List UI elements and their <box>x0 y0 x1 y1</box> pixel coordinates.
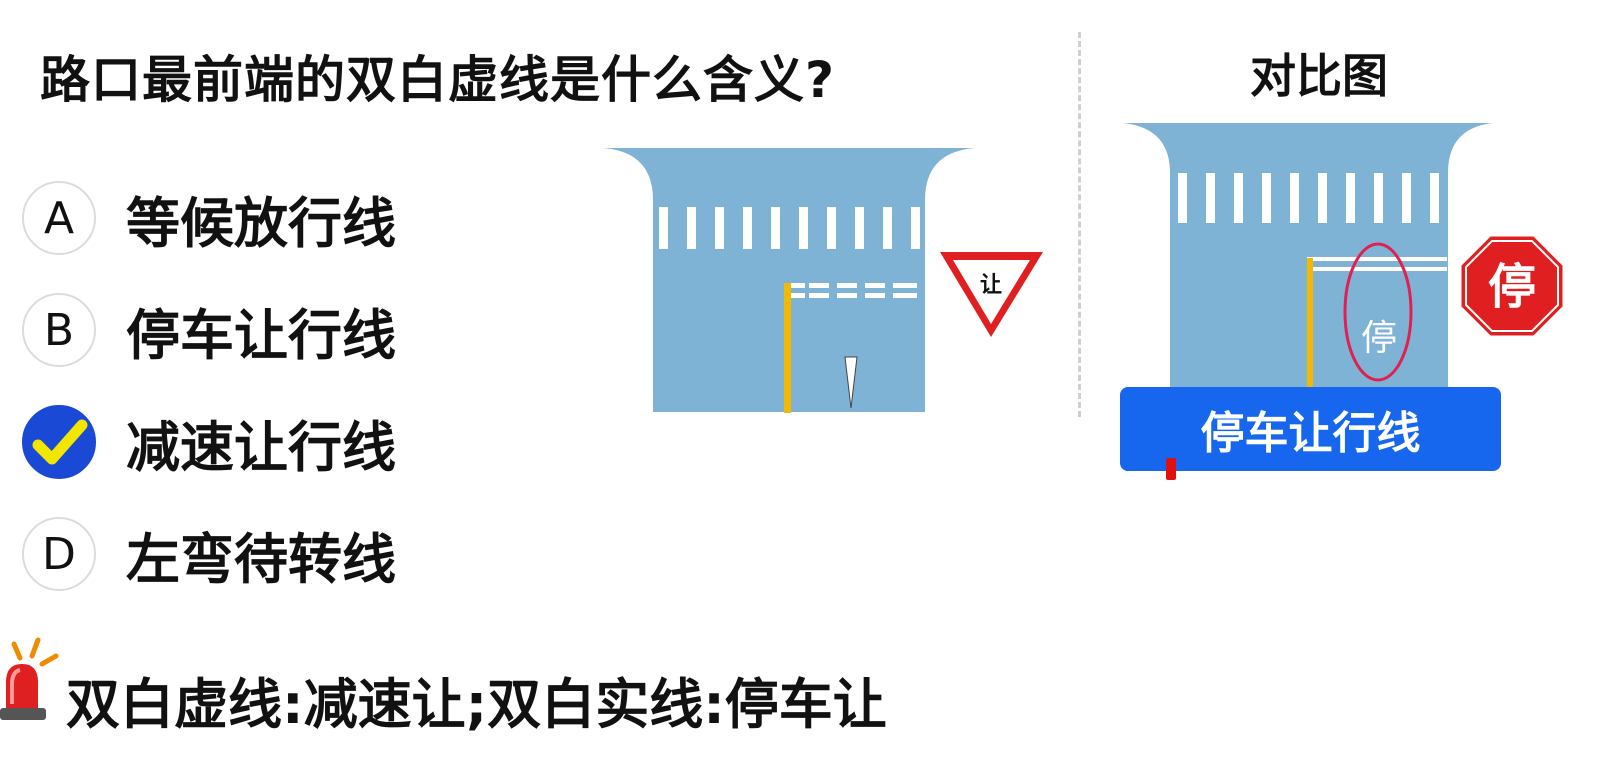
compare-label-banner: 停车让行线 <box>1120 387 1501 471</box>
option-d-badge: D <box>22 517 96 591</box>
road-marking-text: 停 <box>1361 318 1397 359</box>
banner-mark <box>1166 458 1176 480</box>
check-icon <box>32 419 88 465</box>
option-d-text: 左弯待转线 <box>126 527 396 591</box>
option-c-text: 减速让行线 <box>126 415 396 479</box>
stop-sign-text: 停 <box>1488 259 1536 315</box>
stop-intersection-diagram: 停 <box>1108 118 1518 394</box>
divider <box>1078 32 1081 417</box>
option-c[interactable]: 减速让行线 <box>22 402 396 482</box>
question-title: 路口最前端的双白虚线是什么含义? <box>40 51 836 109</box>
stop-sign-icon: 停 <box>1458 233 1566 343</box>
tip-text: 双白虚线:减速让;双白实线:停车让 <box>66 673 887 736</box>
yield-sign-text: 让 <box>980 273 1002 298</box>
alarm-siren-icon <box>0 630 62 734</box>
compare-title: 对比图 <box>1250 49 1388 103</box>
yield-intersection-diagram: 让 <box>595 140 1050 424</box>
option-a-badge: A <box>22 181 96 255</box>
option-c-badge <box>22 405 96 479</box>
option-d[interactable]: D 左弯待转线 <box>22 514 396 594</box>
option-b[interactable]: B 停车让行线 <box>22 290 396 370</box>
option-b-badge: B <box>22 293 96 367</box>
option-a-text: 等候放行线 <box>126 191 396 255</box>
option-a[interactable]: A 等候放行线 <box>22 178 396 258</box>
option-b-text: 停车让行线 <box>126 303 396 367</box>
